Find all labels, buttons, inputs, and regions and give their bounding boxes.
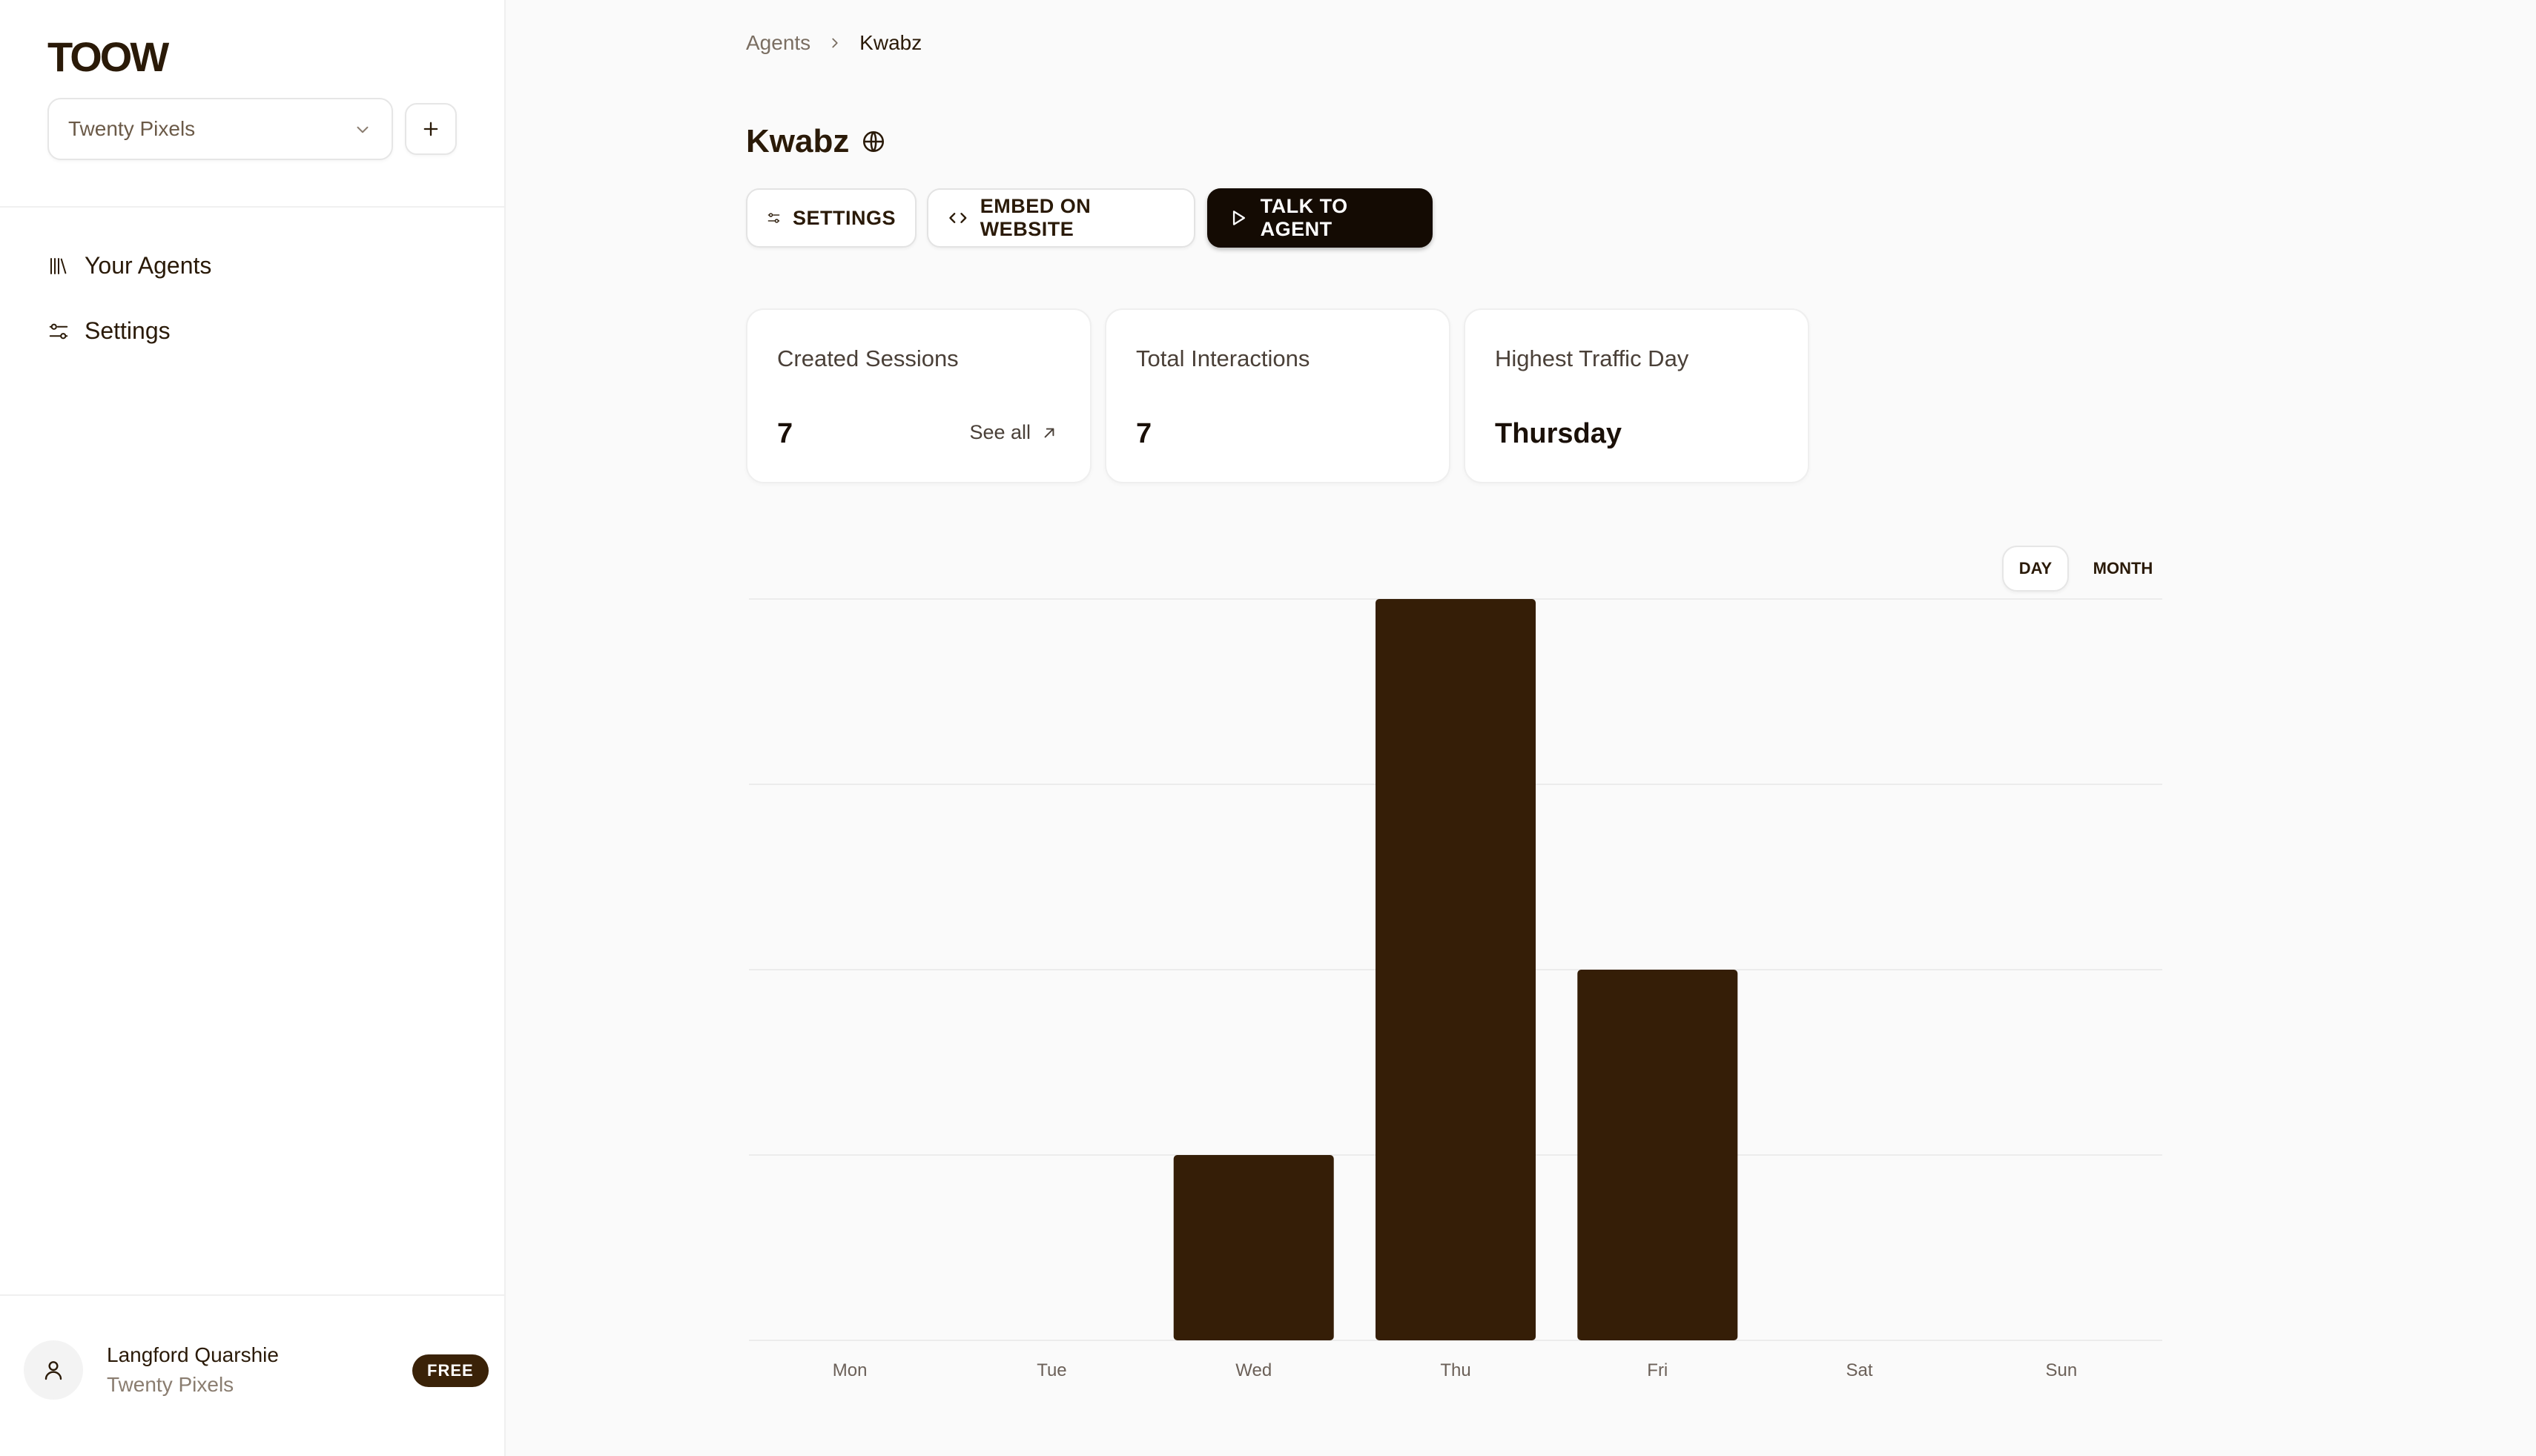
page-title: Kwabz xyxy=(746,123,886,160)
breadcrumb: Agents Kwabz xyxy=(746,31,922,55)
chart-bar-fri[interactable] xyxy=(1577,970,1738,1340)
chevron-down-icon xyxy=(357,126,369,133)
sliders-icon xyxy=(49,323,68,339)
stat-label: Created Sessions xyxy=(777,345,959,371)
highest-traffic-day-card: Highest Traffic Day Thursday xyxy=(1464,308,1809,483)
breadcrumb-current: Kwabz xyxy=(859,31,922,54)
bar-chart-canvas: Mon Tue Wed Thu Fri Sat Sun xyxy=(749,598,2162,1380)
stat-value: 7 xyxy=(1136,418,1152,449)
chart-bar-thu[interactable] xyxy=(1376,599,1536,1340)
embed-on-website-button[interactable]: EMBED ON WEBSITE xyxy=(927,188,1195,248)
x-tick-label: Mon xyxy=(833,1360,868,1380)
embed-button-label: EMBED ON WEBSITE xyxy=(980,195,1092,240)
sidebar: TOOW Twenty Pixels Your Agents Settings … xyxy=(0,0,506,1456)
sliders-icon xyxy=(767,213,780,223)
sidebar-divider xyxy=(0,206,504,208)
created-sessions-card: Created Sessions 7 See all xyxy=(746,308,1092,483)
sidebar-item-your-agents[interactable]: Your Agents xyxy=(47,252,211,279)
app-logo: TOOW xyxy=(47,33,169,80)
play-icon xyxy=(1232,211,1246,225)
user-name: Langford Quarshie xyxy=(107,1343,279,1366)
x-tick-label: Tue xyxy=(1037,1360,1066,1380)
sidebar-item-label: Your Agents xyxy=(85,252,212,279)
total-interactions-card: Total Interactions 7 xyxy=(1105,308,1450,483)
add-workspace-button[interactable] xyxy=(405,103,457,155)
library-icon xyxy=(50,257,67,274)
see-all-link[interactable]: See all xyxy=(969,421,1059,444)
stat-label: Total Interactions xyxy=(1136,345,1310,371)
see-all-label: See all xyxy=(969,421,1031,443)
breadcrumb-agents-link[interactable]: Agents xyxy=(746,31,810,55)
chart-bar-wed[interactable] xyxy=(1173,1155,1334,1340)
settings-button-label: SETTINGS xyxy=(792,206,896,229)
x-tick-label: Sat xyxy=(1846,1360,1873,1380)
talk-to-agent-button[interactable]: TALK TO AGENT xyxy=(1207,188,1433,248)
stat-value: Thursday xyxy=(1495,418,1622,449)
talk-button-label: TALK TO AGENT xyxy=(1260,195,1348,240)
day-toggle-button[interactable]: DAY xyxy=(2002,546,2069,592)
x-tick-label: Thu xyxy=(1440,1360,1470,1380)
user-icon xyxy=(44,1361,62,1380)
arrow-up-right-icon xyxy=(1044,428,1054,437)
workspace-select[interactable]: Twenty Pixels xyxy=(47,98,393,160)
user-organization: Twenty Pixels xyxy=(107,1373,234,1396)
workspace-select-value: Twenty Pixels xyxy=(68,117,196,140)
x-tick-label: Fri xyxy=(1647,1360,1668,1380)
sidebar-divider xyxy=(0,1294,504,1296)
agent-name: Kwabz xyxy=(746,123,850,159)
stat-value: 7 xyxy=(777,418,793,449)
month-toggle-button[interactable]: MONTH xyxy=(2082,546,2164,592)
sidebar-item-settings[interactable]: Settings xyxy=(47,317,171,345)
sidebar-item-label: Settings xyxy=(85,317,171,344)
avatar[interactable] xyxy=(24,1340,83,1400)
stat-label: Highest Traffic Day xyxy=(1495,345,1689,371)
sessions-bar-chart: Mon Tue Wed Thu Fri Sat Sun xyxy=(749,593,2162,1394)
chevron-right-icon xyxy=(832,38,838,48)
x-tick-label: Sun xyxy=(2046,1360,2078,1380)
code-icon xyxy=(949,213,967,223)
plus-icon xyxy=(423,122,438,136)
settings-button[interactable]: SETTINGS xyxy=(746,188,917,248)
globe-icon xyxy=(863,130,885,153)
x-tick-label: Wed xyxy=(1235,1360,1272,1380)
plan-badge: FREE xyxy=(412,1354,489,1387)
